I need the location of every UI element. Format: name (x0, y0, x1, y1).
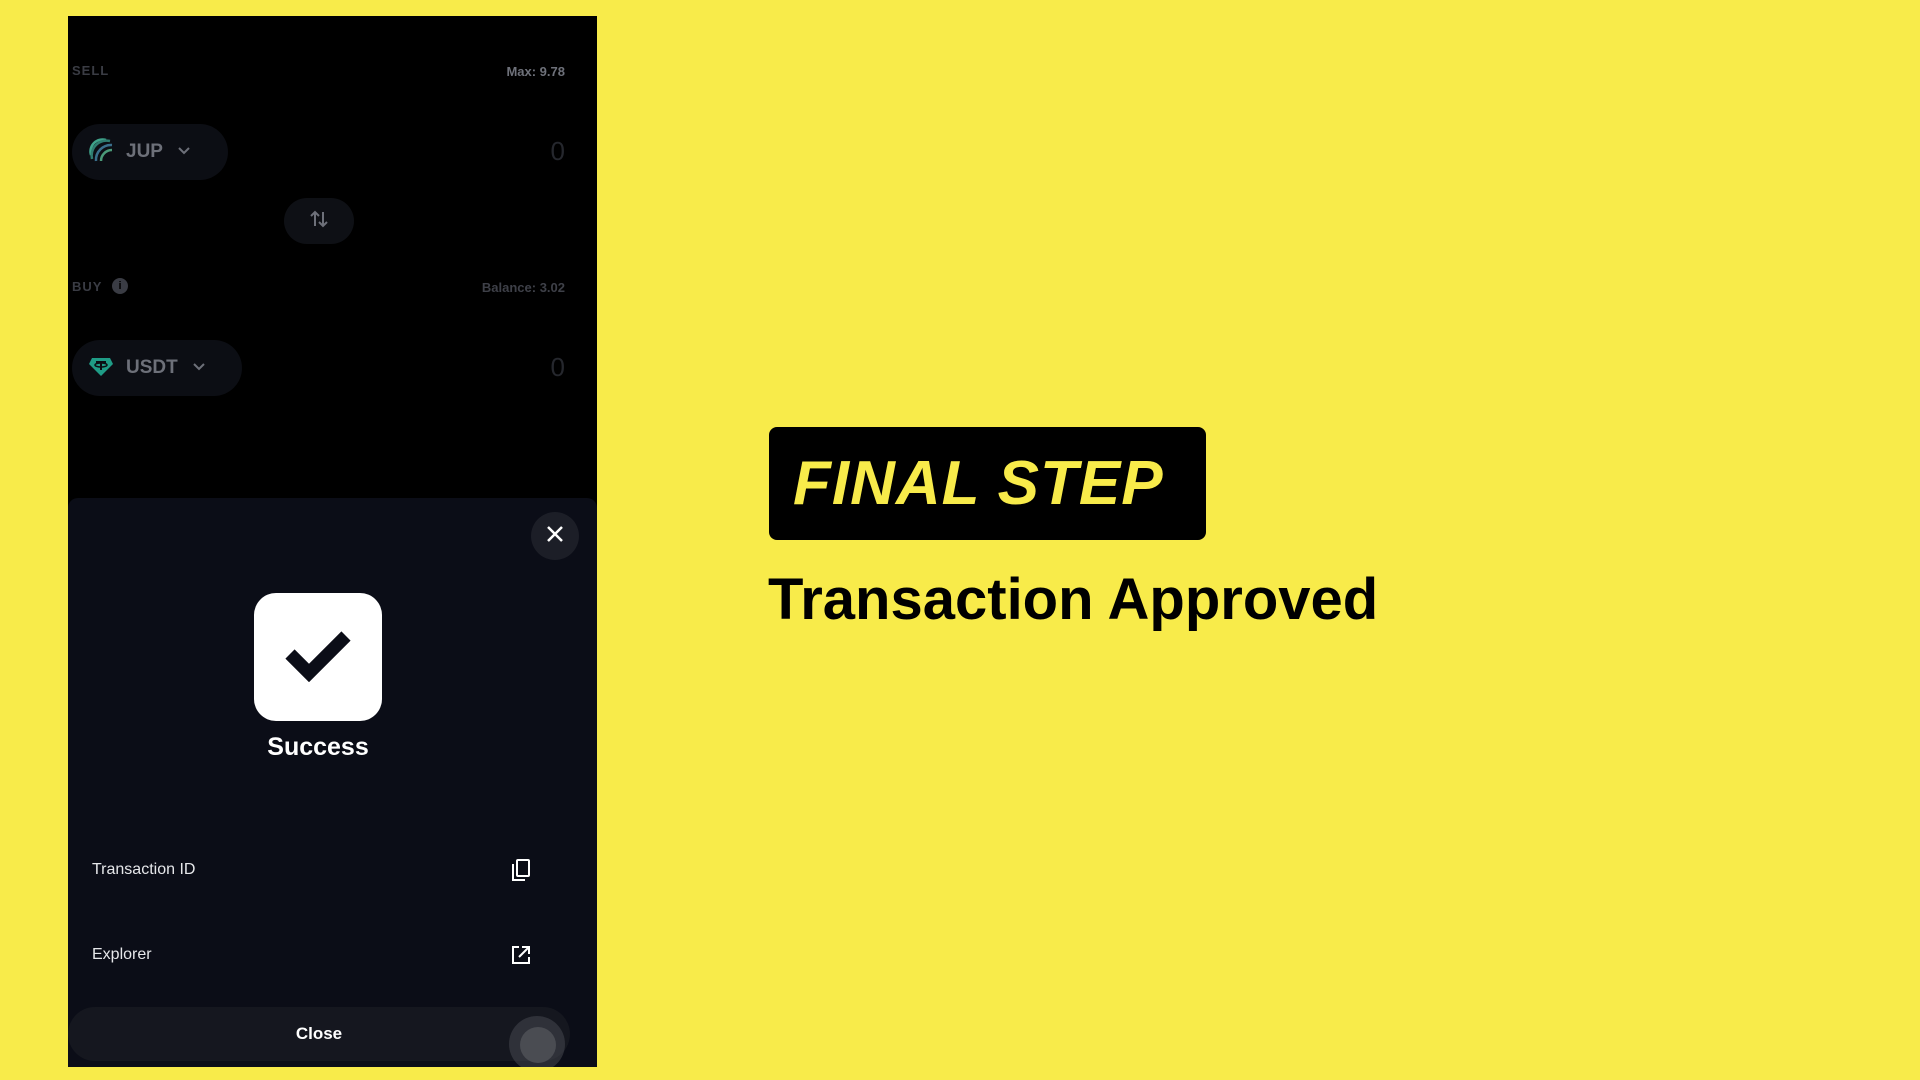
final-step-badge: FINAL STEP (769, 427, 1206, 540)
usdt-token-icon (88, 354, 114, 383)
success-title: Success (267, 733, 369, 761)
success-check-badge (254, 593, 382, 721)
phone-screen: SELL Max: 9.78 JUP 0 BUY i Balance: 3.02… (68, 16, 597, 1067)
external-link-icon[interactable] (510, 944, 532, 966)
chevron-down-icon (192, 359, 206, 377)
close-icon-button[interactable] (531, 512, 579, 560)
swap-panel: SELL Max: 9.78 JUP 0 BUY i Balance: 3.02… (68, 16, 597, 498)
info-icon[interactable]: i (112, 278, 128, 294)
sell-token-name: JUP (126, 141, 163, 162)
transaction-id-label: Transaction ID (92, 861, 196, 878)
buy-token-selector[interactable]: USDT (72, 340, 242, 396)
buy-amount[interactable]: 0 (551, 352, 565, 383)
badge-text: FINAL STEP (793, 449, 1164, 518)
explorer-row[interactable]: Explorer (92, 935, 532, 975)
buy-token-name: USDT (126, 357, 178, 378)
swap-direction-button[interactable] (284, 198, 354, 244)
headline-subtitle: Transaction Approved (768, 567, 1379, 632)
jup-token-icon (88, 137, 114, 168)
touch-indicator-core (520, 1027, 556, 1063)
swap-arrows-icon (309, 208, 329, 235)
transaction-id-row[interactable]: Transaction ID (92, 850, 532, 890)
explorer-label: Explorer (92, 946, 152, 963)
sell-label: SELL (72, 63, 110, 78)
max-balance[interactable]: Max: 9.78 (506, 64, 565, 79)
close-icon (545, 524, 565, 549)
checkmark-icon (285, 628, 351, 687)
sell-amount[interactable]: 0 (551, 136, 565, 167)
sell-token-selector[interactable]: JUP (72, 124, 228, 180)
buy-balance: Balance: 3.02 (481, 280, 565, 295)
success-sheet: Success Transaction ID Explorer Close (68, 498, 597, 1067)
buy-label: BUY (72, 279, 103, 294)
copy-icon[interactable] (510, 858, 532, 882)
chevron-down-icon (177, 143, 191, 161)
close-button[interactable]: Close (68, 1007, 570, 1061)
